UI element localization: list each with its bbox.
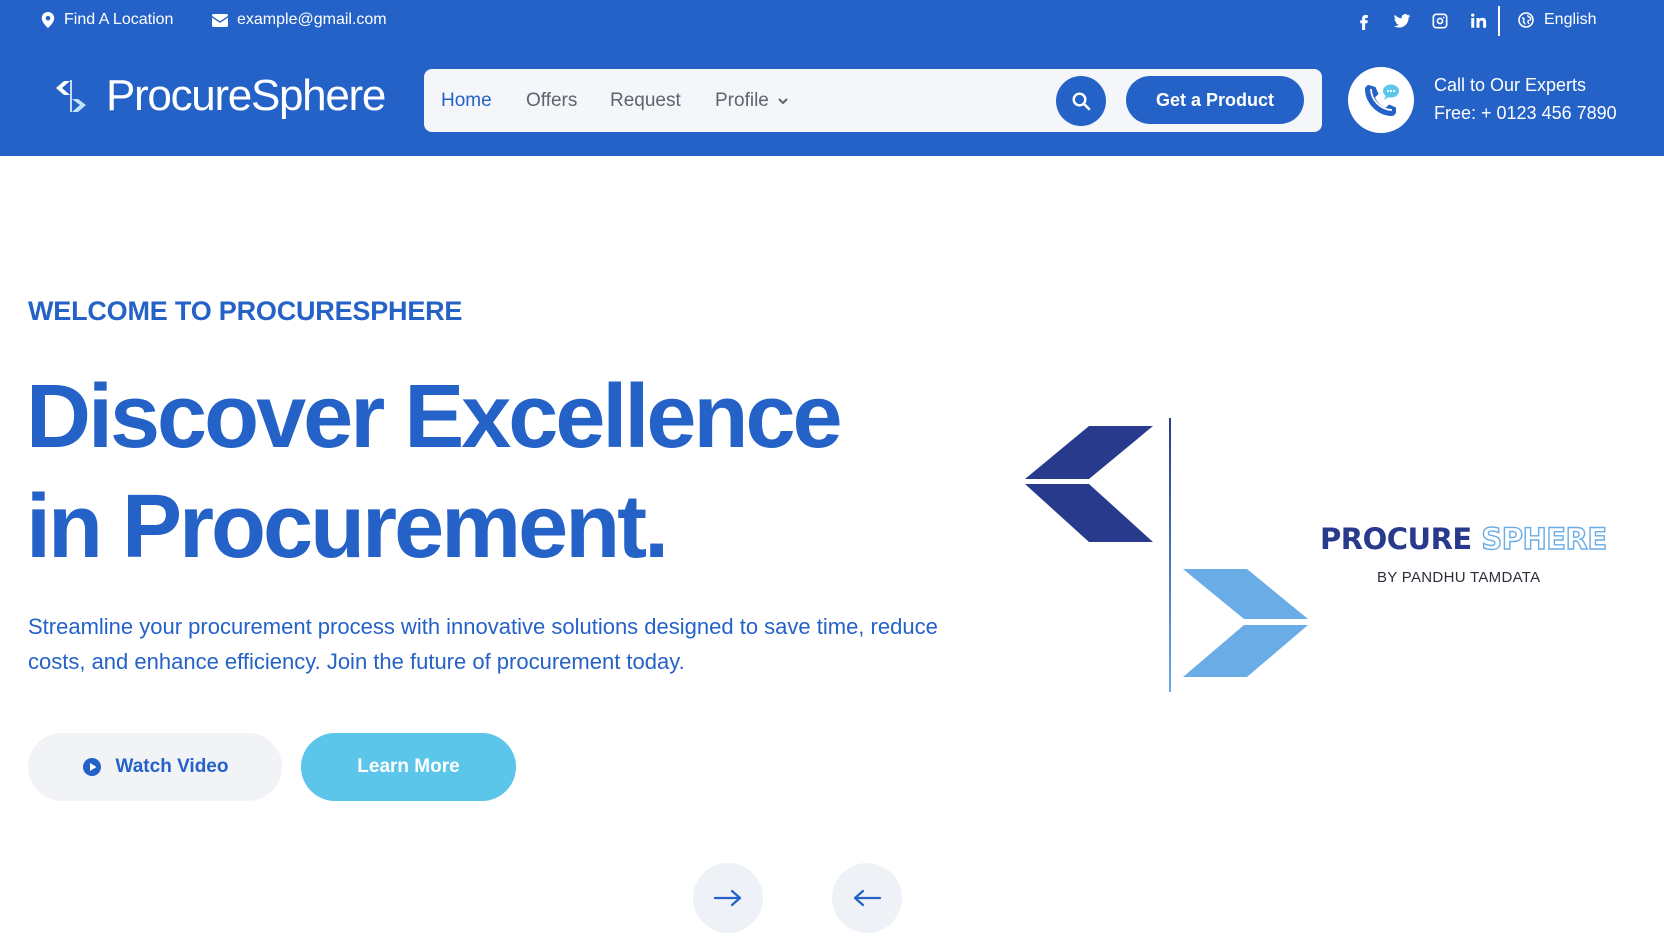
hero-logo-mark [1025, 418, 1308, 692]
linkedin-link[interactable] [1459, 8, 1497, 34]
map-pin-icon [41, 12, 55, 28]
chevron-down-icon [778, 98, 788, 105]
hero-logo-word-procure: PROCURE [1320, 522, 1472, 556]
site-header: Find A Location example@gmail.com Englis… [0, 0, 1664, 156]
main-nav: Home Offers Request Profile Get a Produc… [424, 69, 1322, 132]
topbar-divider [1498, 6, 1500, 36]
linkedin-icon [1471, 13, 1487, 28]
brand-logo-link[interactable]: ProcureSphere [50, 71, 386, 120]
envelope-icon [212, 13, 228, 27]
instagram-link[interactable] [1421, 8, 1459, 34]
next-slide-button[interactable] [693, 863, 763, 933]
language-label: English [1544, 11, 1597, 28]
email-label: example@gmail.com [237, 11, 387, 28]
top-bar: Find A Location example@gmail.com Englis… [0, 0, 1664, 42]
twitter-icon [1393, 14, 1411, 28]
play-circle-icon [82, 758, 101, 776]
twitter-link[interactable] [1383, 8, 1421, 34]
facebook-icon [1360, 15, 1368, 30]
hero-headline-line-2: in Procurement. [26, 477, 669, 577]
hero-logo-wordmark: PROCURE SPHERE [1320, 521, 1608, 556]
search-button[interactable] [1056, 76, 1106, 126]
location-label: Find A Location [64, 11, 174, 28]
globe-icon [1518, 12, 1534, 28]
arrow-right-icon [713, 889, 742, 907]
prev-slide-button[interactable] [832, 863, 902, 933]
find-location-link[interactable]: Find A Location [41, 11, 173, 29]
instagram-icon [1432, 13, 1448, 29]
search-icon [1072, 92, 1091, 111]
call-info: Call to Our Experts Free: + 0123 456 789… [1434, 71, 1617, 127]
call-title: Call to Our Experts [1434, 75, 1587, 95]
hero-logo-word-sphere: SPHERE [1481, 521, 1608, 556]
nav-request[interactable]: Request [610, 90, 681, 112]
hero-description: Streamline your procurement process with… [28, 614, 938, 674]
nav-profile[interactable]: Profile [715, 90, 789, 112]
nav-profile-label: Profile [715, 90, 769, 111]
watch-video-button[interactable]: Watch Video [28, 733, 282, 801]
language-selector[interactable]: English [1518, 11, 1596, 29]
hero-headline-line-1: Discover Excellence [26, 367, 843, 467]
get-product-button[interactable]: Get a Product [1126, 76, 1304, 124]
phone-chat-icon [1365, 84, 1399, 116]
learn-more-button[interactable]: Learn More [301, 733, 516, 801]
hero-eyebrow: WELCOME TO PROCURESPHERE [28, 296, 463, 326]
hero-logo-subtitle: BY PANDHU TAMDATA [1377, 569, 1541, 586]
brand-name: ProcureSphere [106, 71, 386, 120]
hero-headline: Discover Excellence in Procurement. [26, 362, 926, 582]
social-links [1345, 8, 1497, 34]
call-phone[interactable]: Free: + 0123 456 7890 [1434, 99, 1617, 127]
email-link[interactable]: example@gmail.com [212, 11, 387, 29]
procuresphere-logo-icon [56, 80, 86, 112]
arrow-left-icon [853, 889, 882, 907]
facebook-link[interactable] [1345, 8, 1383, 34]
nav-offers[interactable]: Offers [526, 90, 577, 112]
nav-home[interactable]: Home [441, 90, 492, 112]
watch-video-label: Watch Video [115, 756, 229, 777]
call-icon-badge [1348, 67, 1414, 133]
